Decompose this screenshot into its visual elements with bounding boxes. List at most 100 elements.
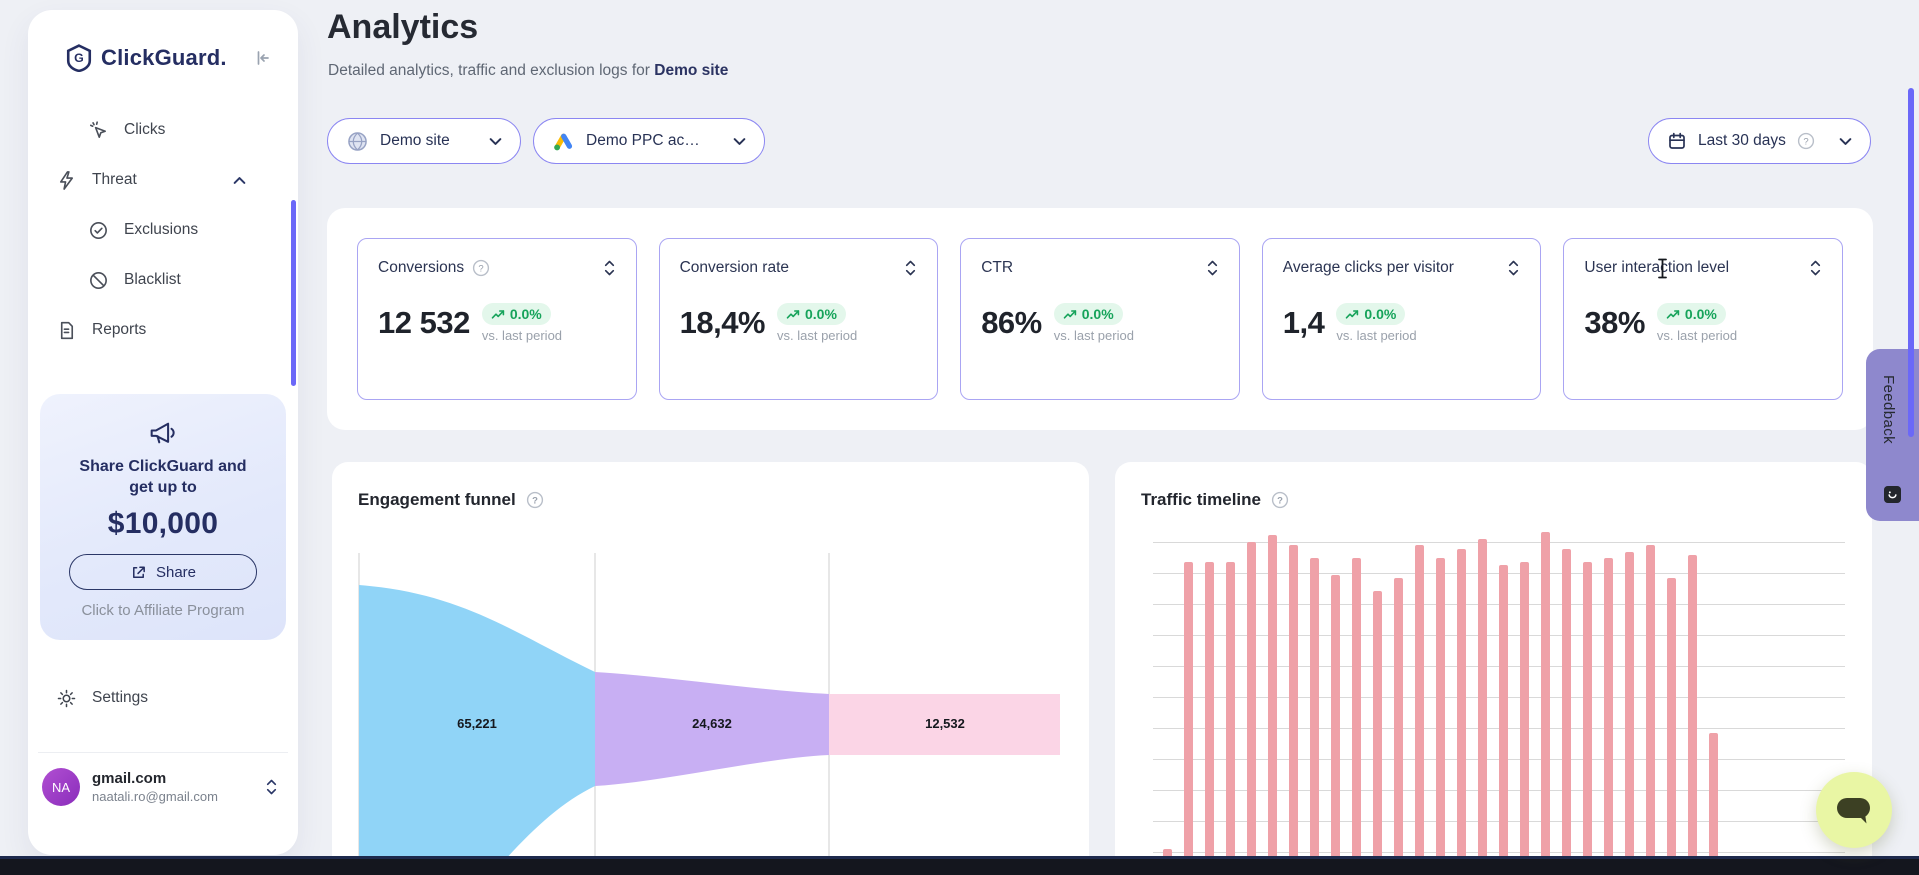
stat-label: Conversion rate bbox=[680, 259, 789, 277]
ppc-account-value: Demo PPC ac… bbox=[586, 132, 700, 150]
stat-card: Conversion rate 18,4% 0.0% vs. last peri… bbox=[659, 238, 939, 400]
traffic-bar bbox=[1373, 591, 1382, 875]
account-sort-icon bbox=[265, 779, 284, 795]
funnel-chart bbox=[332, 462, 1089, 875]
stat-label: CTR bbox=[981, 259, 1013, 277]
external-link-icon bbox=[130, 564, 147, 581]
stat-change-badge: 0.0% bbox=[1054, 303, 1123, 325]
sidebar-item-clicks[interactable]: Clicks bbox=[28, 105, 298, 155]
chat-launcher-button[interactable] bbox=[1816, 772, 1892, 848]
traffic-bar bbox=[1478, 539, 1487, 875]
chat-bubble-icon bbox=[1834, 794, 1874, 826]
stat-value: 18,4% bbox=[680, 305, 765, 341]
stat-label: Conversions bbox=[378, 259, 464, 277]
affiliate-promo-card: Share ClickGuard and get up to $10,000 S… bbox=[40, 394, 286, 640]
sidebar-item-threat[interactable]: Threat bbox=[28, 155, 298, 205]
stat-sort-icon[interactable] bbox=[1206, 260, 1219, 276]
stat-compare-label: vs. last period bbox=[482, 328, 562, 343]
trend-up-icon bbox=[491, 309, 505, 320]
stat-compare-label: vs. last period bbox=[1657, 328, 1737, 343]
help-icon[interactable]: ? bbox=[472, 259, 490, 277]
calendar-icon bbox=[1667, 131, 1687, 151]
help-icon[interactable]: ? bbox=[526, 491, 544, 509]
ban-icon bbox=[88, 270, 109, 291]
account-switcher[interactable]: NA gmail.com naatali.ro@gmail.com bbox=[42, 768, 284, 806]
help-icon[interactable]: ? bbox=[1797, 132, 1815, 150]
stat-card: Average clicks per visitor 1,4 0.0% vs. … bbox=[1262, 238, 1542, 400]
stat-sort-icon[interactable] bbox=[603, 260, 616, 276]
traffic-bar bbox=[1247, 542, 1256, 875]
page-title: Analytics bbox=[327, 8, 478, 47]
svg-text:G: G bbox=[74, 51, 84, 65]
sidebar-item-settings[interactable]: Settings bbox=[28, 676, 298, 720]
stat-compare-label: vs. last period bbox=[777, 328, 857, 343]
date-range-value: Last 30 days bbox=[1698, 132, 1786, 150]
sidebar-item-label: Reports bbox=[92, 321, 146, 339]
sidebar: G ClickGuard. Clicks ThreatExclusions Blac… bbox=[28, 10, 298, 855]
sidebar-nav: Clicks ThreatExclusions Blacklist Reports bbox=[28, 105, 298, 355]
page-subtitle-site: Demo site bbox=[654, 62, 728, 79]
sidebar-collapse-icon[interactable] bbox=[252, 48, 272, 68]
stat-sort-icon[interactable] bbox=[1507, 260, 1520, 276]
sidebar-item-blacklist[interactable]: Blacklist bbox=[28, 255, 298, 305]
sidebar-scrollbar[interactable] bbox=[291, 200, 296, 386]
chevron-down-icon bbox=[733, 137, 746, 146]
stat-card: CTR 86% 0.0% vs. last period bbox=[960, 238, 1240, 400]
traffic-title: Traffic timeline bbox=[1141, 490, 1261, 510]
sidebar-item-label: Clicks bbox=[124, 121, 165, 139]
site-selector-value: Demo site bbox=[380, 132, 450, 150]
sidebar-item-exclusions[interactable]: Exclusions bbox=[28, 205, 298, 255]
traffic-bar bbox=[1436, 558, 1445, 875]
account-email: naatali.ro@gmail.com bbox=[92, 789, 218, 804]
traffic-bar bbox=[1583, 562, 1592, 875]
trend-up-icon bbox=[1063, 309, 1077, 320]
traffic-bar bbox=[1667, 578, 1676, 875]
funnel-stage-value: 12,532 bbox=[885, 716, 1005, 731]
stat-value: 12 532 bbox=[378, 305, 470, 341]
stat-value: 38% bbox=[1584, 305, 1645, 341]
stat-change-badge: 0.0% bbox=[1657, 303, 1726, 325]
traffic-bar bbox=[1604, 558, 1613, 875]
site-selector[interactable]: Demo site bbox=[327, 118, 521, 164]
traffic-bar bbox=[1352, 558, 1361, 875]
help-icon[interactable]: ? bbox=[1271, 491, 1289, 509]
traffic-bar bbox=[1457, 549, 1466, 875]
bolt-icon bbox=[56, 170, 77, 191]
traffic-bar bbox=[1226, 562, 1235, 875]
brand-name: ClickGuard. bbox=[101, 45, 227, 71]
google-ads-icon bbox=[552, 131, 575, 152]
date-range-selector[interactable]: Last 30 days ? bbox=[1648, 118, 1871, 164]
traffic-bar bbox=[1646, 545, 1655, 875]
page-scrollbar[interactable] bbox=[1908, 88, 1914, 437]
trend-up-icon bbox=[1345, 309, 1359, 320]
stat-sort-icon[interactable] bbox=[904, 260, 917, 276]
traffic-bar bbox=[1184, 562, 1193, 875]
feedback-label: Feedback bbox=[1880, 375, 1897, 444]
bottom-window-edge bbox=[0, 856, 1919, 875]
traffic-bar bbox=[1310, 558, 1319, 875]
stat-change-badge: 0.0% bbox=[482, 303, 551, 325]
chevron-down-icon bbox=[489, 137, 502, 146]
share-button[interactable]: Share bbox=[69, 554, 257, 590]
funnel-stage-value: 65,221 bbox=[417, 716, 537, 731]
stat-value: 86% bbox=[981, 305, 1042, 341]
sidebar-item-label: Blacklist bbox=[124, 271, 181, 289]
sidebar-item-reports[interactable]: Reports bbox=[28, 305, 298, 355]
ppc-account-selector[interactable]: Demo PPC ac… bbox=[533, 118, 765, 164]
traffic-bar bbox=[1331, 575, 1340, 875]
traffic-bar bbox=[1709, 733, 1718, 875]
megaphone-icon bbox=[40, 418, 286, 448]
stat-card: Conversions ? 12 532 0.0% vs. last perio… bbox=[357, 238, 637, 400]
affiliate-link[interactable]: Click to Affiliate Program bbox=[40, 602, 286, 619]
traffic-bar bbox=[1520, 562, 1529, 875]
chevron-up-icon[interactable] bbox=[233, 176, 246, 185]
gear-icon bbox=[56, 688, 77, 709]
promo-line1: Share ClickGuard and bbox=[79, 458, 246, 475]
stat-label: User interaction level bbox=[1584, 259, 1729, 277]
stat-sort-icon[interactable] bbox=[1809, 260, 1822, 276]
funnel-stage-value: 24,632 bbox=[652, 716, 772, 731]
traffic-timeline-card: Traffic timeline ? bbox=[1115, 462, 1872, 875]
svg-text:?: ? bbox=[1803, 136, 1808, 147]
page-subtitle-text: Detailed analytics, traffic and exclusio… bbox=[328, 62, 650, 79]
traffic-bar bbox=[1205, 562, 1214, 875]
